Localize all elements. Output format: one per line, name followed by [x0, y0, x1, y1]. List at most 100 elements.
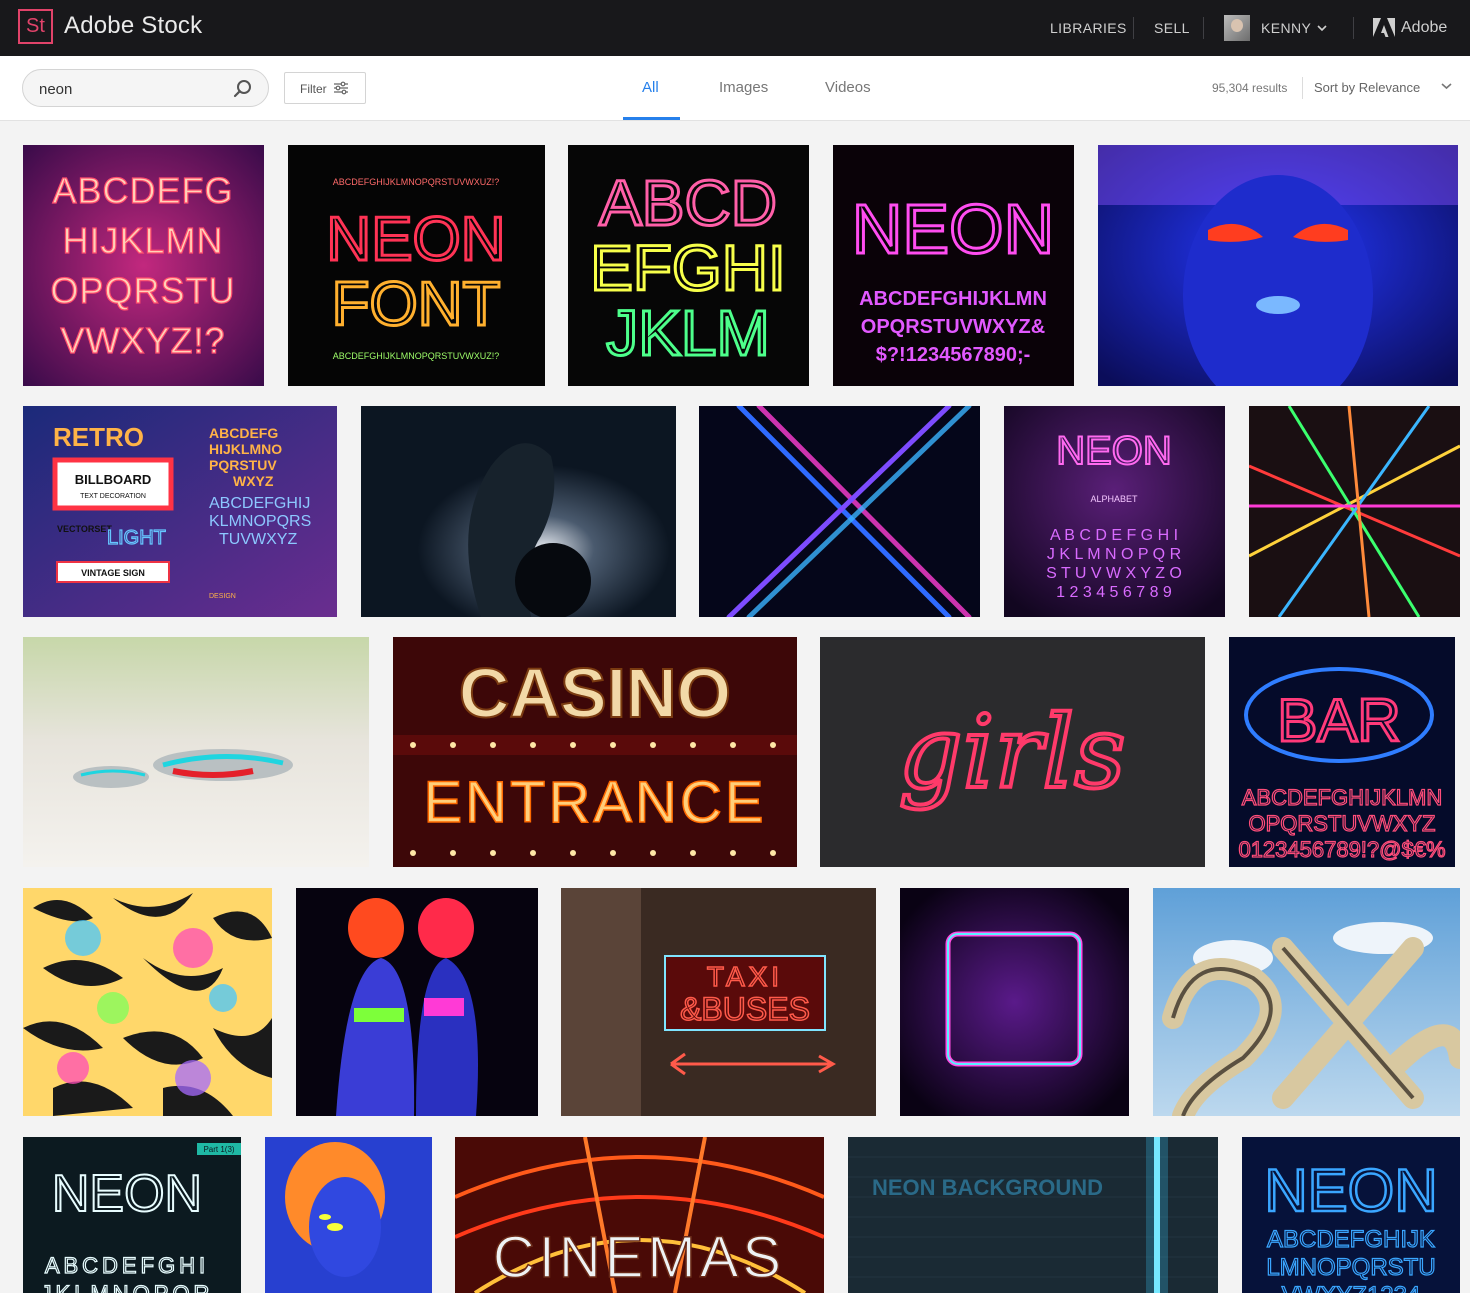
thumbnail-taxi-buses-sign[interactable]: TAXI &BUSES [561, 888, 876, 1116]
nav-divider [1133, 17, 1134, 39]
thumb-text: J K L M N O P Q R [1047, 546, 1181, 563]
thumb-text: 0123456789!?@$€% [1238, 837, 1445, 862]
sort-dropdown[interactable]: Sort by Relevance [1314, 56, 1420, 120]
thumb-text: OPQRSTUVWXYZ [1248, 811, 1435, 836]
nav-sell[interactable]: SELL [1154, 0, 1190, 56]
thumb-text: ABCDEFGHIJKLMNOPQRSTUVWXUZ!? [333, 177, 500, 187]
thumb-text: NEON [1264, 1157, 1437, 1224]
thumb-text: VWXYZ1234 [1282, 1282, 1421, 1293]
filter-button[interactable]: Filter [284, 72, 366, 104]
chevron-down-icon[interactable] [1441, 82, 1452, 90]
thumbnail-neon-pink-alphabet[interactable]: NEON ABCDEFGHIJKLMN OPQRSTUVWXYZ& $?!123… [833, 145, 1074, 386]
thumb-text: $?!1234567890;- [876, 344, 1031, 366]
thumb-text: ALPHABET [1090, 494, 1138, 504]
thumbnail-neon-square-frame[interactable] [900, 888, 1129, 1116]
thumb-text: BILLBOARD [75, 472, 152, 487]
thumb-text: BAR [1277, 687, 1400, 754]
thumb-text: ABCDEFGHIJKLMNOPQRSTUVWXUZ!? [333, 351, 500, 361]
thumb-text: ABCDEFGHIJKLMN [859, 288, 1047, 310]
thumbnail-neon-x-lines[interactable] [699, 406, 980, 617]
nav-libraries[interactable]: LIBRARIES [1050, 0, 1127, 56]
thumb-text: HIJKLMN [62, 220, 223, 261]
thumb-text: S T U V W X Y Z O [1046, 565, 1182, 582]
search-icon[interactable] [233, 79, 253, 99]
thumb-text: ENTRANCE [423, 770, 766, 835]
nav-adobe[interactable]: Adobe [1401, 0, 1447, 56]
thumbnail-neon-background-wall[interactable]: NEON BACKGROUND [848, 1137, 1218, 1293]
thumb-text: TUVWXYZ [219, 531, 297, 548]
thumb-text: TAXI [707, 961, 783, 992]
thumbnail-cinemas-sign[interactable]: CINEMAS [455, 1137, 824, 1293]
top-bar: St Adobe Stock LIBRARIES SELL KENNY Adob… [0, 0, 1470, 56]
thumb-text: &BUSES [680, 991, 810, 1027]
thumbnail-neon-alphabet-purple[interactable]: NEON ALPHABET A B C D E F G H I J K L M … [1004, 406, 1225, 617]
thumbnail-neon-leopard-pattern[interactable] [23, 888, 272, 1116]
thumbnail-neon-blue-alphabet[interactable]: NEON ABCDEFGHIJK LMNOPQRSTU VWXYZ1234 [1242, 1137, 1460, 1293]
thumb-text: CASINO [459, 654, 731, 732]
adobe-stock-logo[interactable]: St [18, 9, 53, 44]
thumbnail-uv-party-women[interactable] [296, 888, 538, 1116]
thumb-text: NEON [852, 190, 1054, 268]
results-divider [1302, 77, 1303, 99]
adobe-logo-icon[interactable] [1373, 18, 1395, 38]
thumbnail-dark-body-art[interactable] [361, 406, 676, 617]
thumb-text: NEON [1056, 429, 1172, 473]
thumb-text: EFGHI [590, 232, 786, 304]
thumb-text: TEXT DECORATION [80, 493, 146, 500]
thumb-text: FONT [332, 270, 501, 339]
user-menu-name[interactable]: KENNY [1261, 0, 1311, 56]
thumb-text: NEON BACKGROUND [872, 1175, 1103, 1200]
search-box[interactable] [22, 69, 269, 107]
thumbnail-neon-font[interactable]: ABCDEFGHIJKLMNOPQRSTUVWXUZ!? NEON FONT A… [288, 145, 545, 386]
thumb-text: ABCDEFG [52, 170, 233, 211]
search-toolbar: Filter All Images Videos 95,304 results … [0, 56, 1470, 121]
thumbnail-casino-entrance[interactable]: CASINO ENTRANCE [393, 637, 797, 867]
thumbnail-laser-lights[interactable] [1249, 406, 1460, 617]
nav-divider [1353, 17, 1354, 39]
chevron-down-icon[interactable] [1317, 24, 1327, 32]
thumb-text: NEON [52, 1165, 202, 1223]
thumbnail-neon-bar-sign[interactable]: BAR ABCDEFGHIJKLMN OPQRSTUVWXYZ 01234567… [1229, 637, 1455, 867]
filter-sliders-icon [334, 81, 348, 95]
thumbnail-uv-woman-portrait[interactable] [265, 1137, 432, 1293]
tab-videos[interactable]: Videos [825, 56, 871, 120]
thumbnail-neon-white-alphabet[interactable]: Part 1(3) NEON ABCDEFGHI JKLMNOPQR [23, 1137, 241, 1293]
thumbnail-uv-face-portrait[interactable] [1098, 145, 1458, 386]
brand-title[interactable]: Adobe Stock [64, 12, 202, 40]
thumbnail-neon-girls-sign[interactable]: girls [820, 637, 1205, 867]
thumb-text: CINEMAS [493, 1225, 785, 1290]
thumbnail-vintage-neon-tubes[interactable] [1153, 888, 1460, 1116]
search-input[interactable] [39, 78, 229, 100]
thumb-text: LMNOPQRSTU [1266, 1254, 1435, 1281]
thumb-text: PQRSTUV [209, 457, 277, 473]
thumbnail-neon-tetra-fish[interactable] [23, 637, 369, 867]
thumb-text: VECTORSET [57, 524, 112, 534]
thumb-text: JKLMNOPQR [41, 1281, 214, 1293]
thumb-text: ABCDEFGHIJK [1267, 1226, 1435, 1253]
thumb-text: Part 1(3) [203, 1145, 234, 1154]
thumb-text: RETRO [53, 422, 144, 452]
thumb-text: HIJKLMNO [209, 441, 282, 457]
thumb-text: ABCDEFGHIJKLMN [1242, 785, 1442, 810]
thumbnail-neon-alphabet-red[interactable]: ABCDEFG HIJKLMN OPQRSTU VWXYZ!? [23, 145, 264, 386]
filter-label: Filter [300, 82, 327, 96]
thumb-text: OPQRSTU [50, 270, 235, 311]
thumbnail-retro-billboard[interactable]: RETRO ABCDEFG HIJKLMNO PQRSTUV WXYZ BILL… [23, 406, 337, 617]
results-count: 95,304 results [1212, 81, 1288, 95]
nav-divider [1203, 17, 1204, 39]
thumb-text: ABCDEFGHIJ [209, 495, 310, 512]
thumb-text: JKLM [606, 297, 770, 369]
thumb-text: ABCDEFG [209, 425, 278, 441]
thumb-text: 1 2 3 4 5 6 7 8 9 [1056, 584, 1172, 601]
thumb-text: KLMNOPQRS [209, 513, 311, 530]
thumb-text: DESIGN [209, 593, 236, 600]
tab-all[interactable]: All [642, 56, 659, 120]
thumb-text: VINTAGE SIGN [81, 568, 145, 578]
tab-images[interactable]: Images [719, 56, 768, 120]
thumb-text: WXYZ [233, 473, 274, 489]
thumb-text: LIGHT [107, 527, 166, 549]
thumb-text: ABCD [599, 167, 777, 239]
thumb-text: NEON [326, 205, 505, 274]
user-avatar[interactable] [1224, 15, 1250, 41]
thumbnail-neon-letters-colorful[interactable]: ABCD EFGHI JKLM [568, 145, 809, 386]
